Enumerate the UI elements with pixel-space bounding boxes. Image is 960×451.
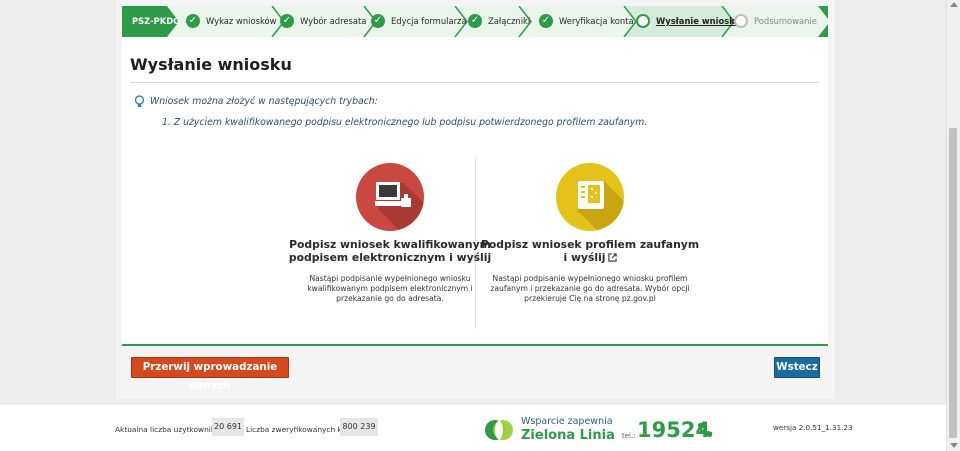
- scrollbar-thumb[interactable]: [949, 128, 957, 438]
- users-count-value: 20 691: [212, 418, 244, 436]
- tel-label: tel.:: [622, 432, 636, 440]
- step-app-code: PSZ-PKDG: [132, 16, 181, 26]
- active-step-icon: [636, 14, 650, 28]
- main-content: Wysłanie wniosku Wniosek można złożyć w …: [122, 37, 828, 344]
- support-label: Wsparcie zapewnia: [521, 416, 613, 427]
- option-title-line: podpisem elektronicznym i wyślij: [288, 251, 492, 264]
- option-description-line: Nastąpi podpisanie wypełnionego wniosku: [309, 274, 471, 283]
- option-qualified-signature[interactable]: Podpisz wniosek kwalifikowanym podpisem …: [275, 163, 505, 304]
- step-label: Edycja formularza: [391, 16, 467, 26]
- pending-step-icon: [734, 14, 748, 28]
- support-name: Zielona Linia: [521, 428, 615, 443]
- version-text: wersja 2.0.51_1.31.23: [773, 423, 853, 432]
- option-description-line: zaufanym i przekazanie go do adresata. W…: [490, 284, 690, 293]
- step-label: Wykaz wniosków: [206, 16, 277, 26]
- mode-item: 1. Z użyciem kwalifikowanego podpisu ele…: [162, 117, 648, 128]
- scroll-down-icon[interactable]: [950, 443, 958, 448]
- trusted-profile-icon: [556, 163, 624, 231]
- step-label: Weryfikacja konta: [559, 16, 634, 26]
- option-description-line: Nastąpi podpisanie wypełnionego wniosku …: [492, 274, 688, 283]
- option-title-line: i wyślij: [475, 251, 705, 264]
- vertical-scrollbar[interactable]: [946, 0, 960, 451]
- option-trusted-profile[interactable]: Podpisz wniosek profilem zaufanym i wyśl…: [475, 163, 705, 304]
- external-link-icon: [607, 253, 617, 262]
- back-button[interactable]: Wstecz: [774, 357, 820, 378]
- computer-signature-icon: [356, 163, 424, 231]
- step-label: Załączniki: [488, 16, 531, 26]
- option-description-line: przekieruje Cię na stronę pz.gov.pl: [524, 294, 656, 303]
- option-title: Podpisz wniosek profilem zaufanym i wyśl…: [475, 238, 705, 264]
- option-description: Nastąpi podpisanie wypełnionego wniosku …: [275, 274, 505, 304]
- verified-count-value: 800 239: [340, 418, 378, 436]
- step-label: Podsumowanie: [754, 16, 817, 26]
- title-divider: [130, 82, 819, 83]
- step-label: Wybór adresata: [300, 16, 367, 26]
- zielona-linia-logo-icon: [485, 420, 513, 440]
- info-text: Wniosek można złożyć w następujących try…: [150, 96, 378, 107]
- option-title: Podpisz wniosek kwalifikowanym podpisem …: [275, 238, 505, 264]
- step-label: Wysłanie wniosku: [656, 16, 741, 26]
- option-description: Nastąpi podpisanie wypełnionego wniosku …: [475, 274, 705, 304]
- scroll-up-icon[interactable]: [950, 2, 958, 7]
- abort-button[interactable]: Przerwij wprowadzanie danych: [131, 357, 289, 392]
- phone-icon: [697, 423, 712, 438]
- page-title: Wysłanie wniosku: [130, 55, 292, 74]
- option-description-line: przekazanie go do adresata.: [336, 294, 444, 303]
- lightbulb-icon: [134, 95, 145, 107]
- step-progress-bar: PSZ-PKDG ✓ Wykaz wniosków ✓ Wybór adresa…: [122, 6, 828, 37]
- option-title-line: Podpisz wniosek kwalifikowanym: [289, 238, 491, 251]
- check-icon: ✓: [468, 14, 482, 28]
- option-description-line: kwalifikowanym podpisem elektronicznym i: [307, 284, 473, 293]
- check-icon: ✓: [371, 14, 385, 28]
- users-count-label: Aktualna liczba użytkowników:: [115, 425, 228, 434]
- check-icon: ✓: [186, 14, 200, 28]
- check-icon: ✓: [280, 14, 294, 28]
- check-icon: ✓: [539, 14, 553, 28]
- option-title-text: i wyślij: [563, 251, 606, 264]
- option-title-line: Podpisz wniosek profilem zaufanym: [480, 238, 700, 251]
- content-bottom-line: [122, 344, 828, 346]
